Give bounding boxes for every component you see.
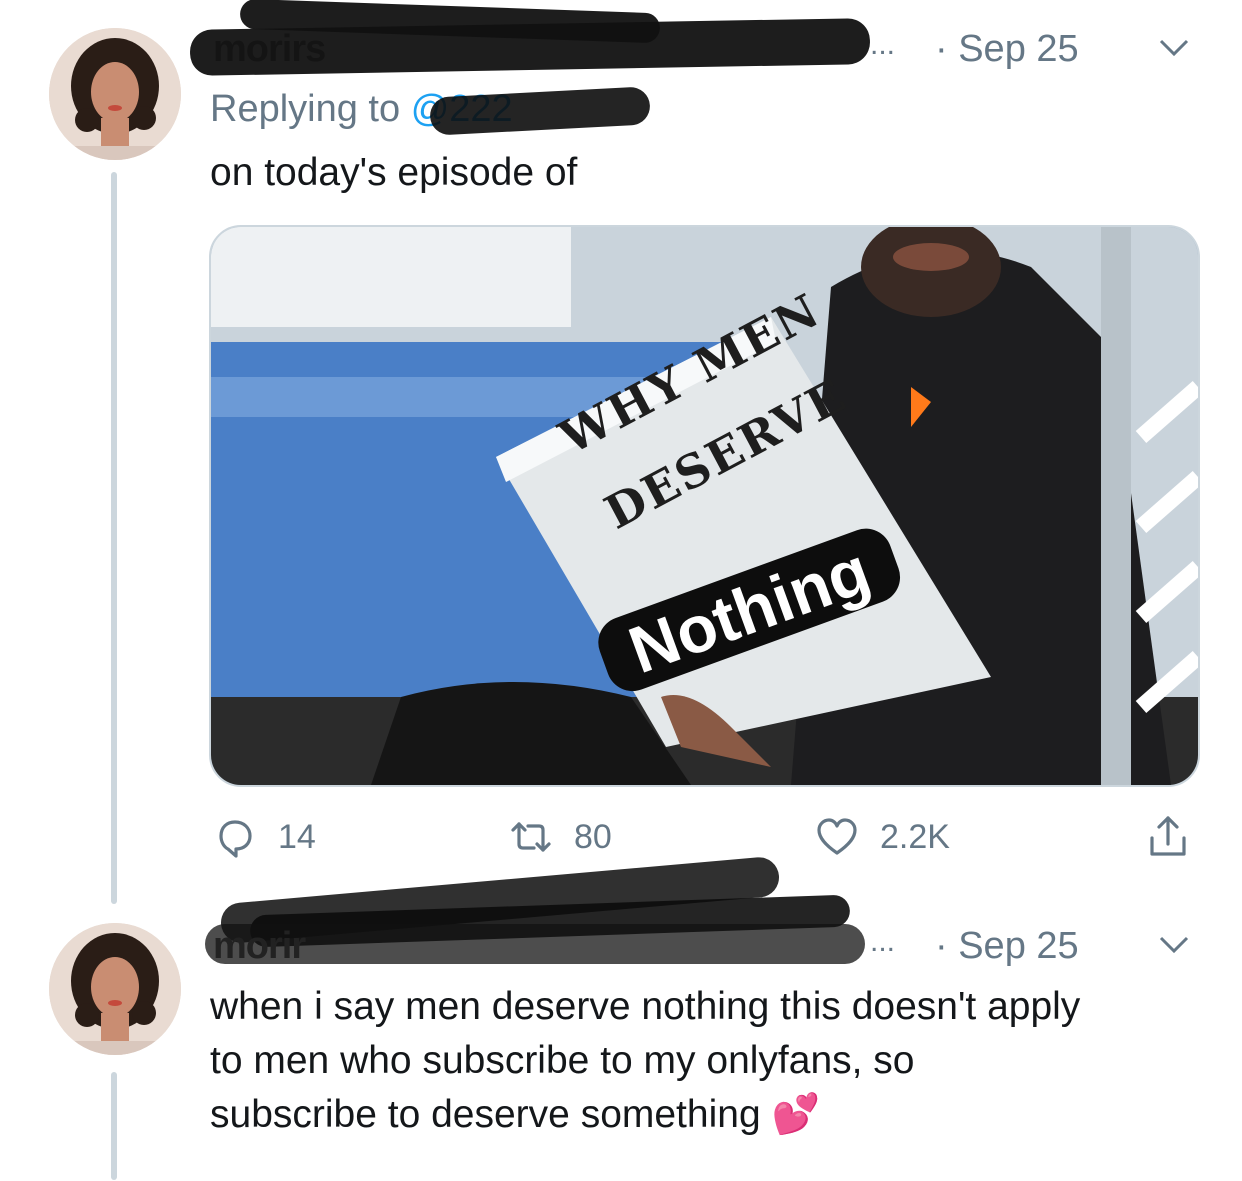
like-count: 2.2K bbox=[880, 817, 950, 856]
avatar-image bbox=[49, 28, 181, 160]
tweet-date[interactable]: · Sep 25 bbox=[935, 925, 1079, 968]
retweet-button[interactable]: 80 bbox=[508, 812, 612, 862]
share-icon bbox=[1150, 816, 1186, 856]
heart-icon bbox=[817, 818, 857, 855]
reply-bubble-icon bbox=[219, 820, 252, 858]
meme-photo bbox=[211, 227, 1198, 785]
retweet-count: 80 bbox=[574, 817, 612, 856]
retweet-icon bbox=[511, 822, 551, 852]
like-button[interactable]: 2.2K bbox=[814, 812, 950, 862]
name-redaction-scribble bbox=[205, 924, 865, 964]
two-hearts-emoji: 💕 bbox=[771, 1093, 821, 1136]
share-button[interactable] bbox=[1145, 812, 1191, 862]
reply-button[interactable]: 14 bbox=[212, 812, 316, 862]
tweet-text-body: when i say men deserve nothing this does… bbox=[210, 985, 1081, 1136]
tweet-text: when i say men deserve nothing this does… bbox=[210, 980, 1200, 1142]
chevron-down-icon[interactable] bbox=[1158, 935, 1190, 955]
tweet-ellipsis: ... bbox=[870, 28, 896, 61]
tweet-media-image[interactable]: WHY MEN DESERVE Nothing bbox=[209, 225, 1200, 787]
avatar-image bbox=[49, 923, 181, 1055]
reply-count: 14 bbox=[278, 817, 316, 856]
avatar[interactable] bbox=[49, 923, 181, 1055]
thread-connector-line-bottom bbox=[111, 1072, 117, 1180]
replying-to-label: Replying to bbox=[210, 88, 401, 130]
tweet-ellipsis: ... bbox=[870, 925, 896, 958]
tweet-date[interactable]: · Sep 25 bbox=[935, 28, 1079, 71]
chevron-down-icon[interactable] bbox=[1158, 38, 1190, 58]
tweet-text: on today's episode of bbox=[210, 151, 578, 194]
thread-connector-line bbox=[111, 172, 117, 904]
avatar[interactable] bbox=[49, 28, 181, 160]
